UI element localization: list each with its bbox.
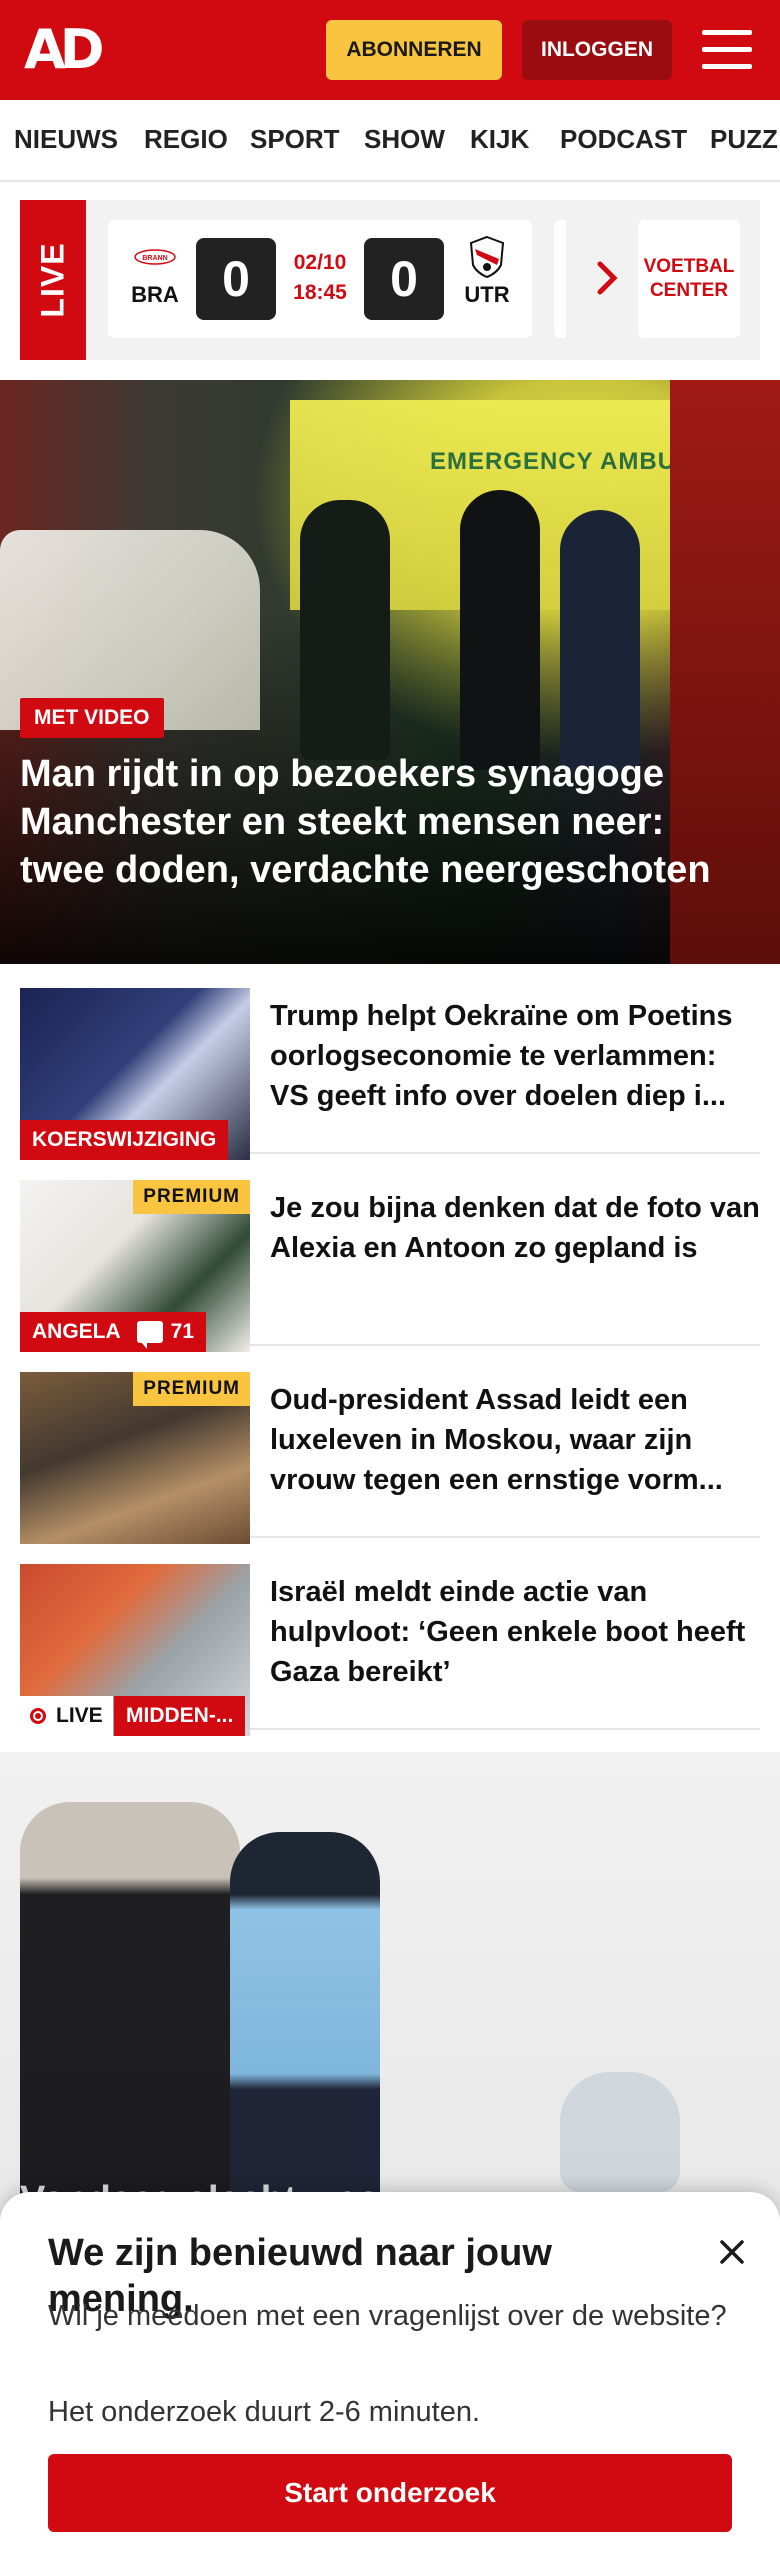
site-header: AD ABONNEREN INLOGGEN (0, 0, 780, 100)
hero-person (560, 510, 640, 770)
nav-item-show[interactable]: SHOW (364, 124, 445, 155)
away-score: 0 (364, 238, 444, 320)
subscribe-button[interactable]: ABONNEREN (326, 20, 502, 80)
premium-badge: PREMIUM (133, 1372, 250, 1406)
next-match-card[interactable] (554, 220, 566, 338)
away-team: UTR (452, 235, 522, 308)
comment-count-text: 71 (170, 1320, 195, 1343)
live-scores-bar: LIVE BRANN BRA 0 02/10 18:45 0 UTR VOETB… (20, 200, 760, 360)
live-dot-icon (30, 1708, 46, 1724)
nav-item-puzzels[interactable]: PUZZ (710, 124, 778, 155)
ad-logo[interactable]: AD (24, 22, 105, 78)
article-thumbnail: KOERSWIJZIGING (20, 988, 250, 1160)
article-title[interactable]: Trump helpt Oekraïne om Poetins oorlogse… (270, 996, 760, 1116)
close-icon[interactable] (716, 2236, 748, 2268)
hero-person (460, 490, 540, 770)
live-indicator-text: LIVE (56, 1704, 103, 1727)
article-item[interactable]: KOERSWIJZIGING Trump helpt Oekraïne om P… (20, 980, 760, 1160)
football-center-button[interactable]: VOETBAL CENTER (638, 220, 740, 338)
article-title[interactable]: Israël meldt einde actie van hulpvloot: … (270, 1572, 760, 1692)
nav-item-kijk[interactable]: KIJK (470, 124, 529, 155)
chevron-right-icon[interactable] (592, 258, 622, 298)
home-team-abbr: BRA (131, 282, 179, 307)
survey-description: Wil je meedoen met een vragenlijst over … (48, 2300, 727, 2332)
article-title[interactable]: Oud-president Assad leidt een luxeleven … (270, 1380, 760, 1500)
comment-icon (136, 1321, 163, 1349)
article-item[interactable]: PREMIUM ANGELA 71 Je zou bijna denken da… (20, 1172, 760, 1352)
hero-person (300, 500, 390, 760)
start-survey-button[interactable]: Start onderzoek (48, 2454, 732, 2532)
home-team: BRANN BRA (120, 240, 190, 308)
hero2-background-figures (560, 2072, 680, 2192)
nav-item-regio[interactable]: REGIO (144, 124, 228, 155)
article-label: ANGELA 71 (20, 1312, 207, 1352)
live-label: LIVE (20, 200, 86, 360)
article-item[interactable]: LIVE MIDDEN-... Israël meldt einde actie… (20, 1556, 760, 1736)
article-title[interactable]: Je zou bijna denken dat de foto van Alex… (270, 1188, 760, 1268)
nav-item-sport[interactable]: SPORT (250, 124, 340, 155)
hero-headline[interactable]: Man rijdt in op bezoekers synagoge Manch… (20, 750, 740, 894)
hero2-person (230, 1832, 380, 2222)
article-thumbnail: PREMIUM ANGELA 71 (20, 1180, 250, 1352)
match-time: 18:45 (293, 281, 347, 304)
fc-utrecht-crest-icon (465, 235, 509, 279)
comment-count: 71 (136, 1320, 195, 1349)
ambulance-text: EMERGENCY AMBULA (430, 448, 711, 475)
live-label-text: LIVE (34, 242, 71, 318)
live-indicator: LIVE (20, 1696, 113, 1736)
article-label: MIDDEN-... (114, 1696, 246, 1736)
hero2-person (20, 1802, 240, 2222)
section-nav: NIEUWS REGIO SPORT SHOW KIJK PODCAST PUZ… (0, 100, 780, 182)
article-label-text: ANGELA (32, 1320, 121, 1343)
survey-modal: We zijn benieuwd naar jouw mening. Wil j… (0, 2192, 780, 2560)
home-crest-text: BRANN (142, 255, 167, 262)
away-team-abbr: UTR (464, 282, 510, 307)
home-score: 0 (196, 238, 276, 320)
survey-duration: Het onderzoek duurt 2-6 minuten. (48, 2396, 481, 2428)
hero-article[interactable]: EMERGENCY AMBULA MET VIDEO Man rijdt in … (0, 380, 780, 964)
video-badge: MET VIDEO (20, 698, 164, 738)
match-datetime: 02/10 18:45 (280, 248, 360, 308)
match-date: 02/10 (293, 251, 347, 274)
match-card[interactable]: BRANN BRA 0 02/10 18:45 0 UTR (108, 220, 532, 338)
hamburger-menu-icon[interactable] (702, 28, 752, 72)
nav-item-podcast[interactable]: PODCAST (560, 124, 687, 155)
brann-crest-icon: BRANN (133, 240, 177, 274)
article-thumbnail: LIVE MIDDEN-... (20, 1564, 250, 1736)
premium-badge: PREMIUM (133, 1180, 250, 1214)
article-thumbnail: PREMIUM (20, 1372, 250, 1544)
article-item[interactable]: PREMIUM Oud-president Assad leidt een lu… (20, 1364, 760, 1544)
login-button[interactable]: INLOGGEN (522, 20, 672, 80)
article-label: KOERSWIJZIGING (20, 1120, 229, 1160)
nav-item-nieuws[interactable]: NIEUWS (14, 124, 118, 155)
